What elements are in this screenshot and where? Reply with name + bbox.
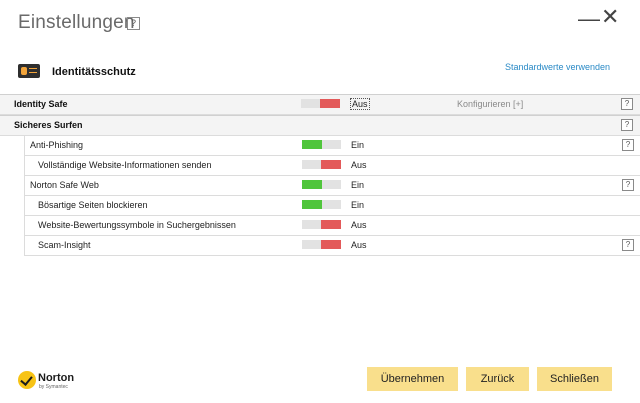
row-label: Sicheres Surfen <box>14 120 83 130</box>
safe-web-status: Ein <box>351 180 365 190</box>
identity-safe-toggle[interactable] <box>301 99 340 108</box>
row-identity-safe: Identity Safe Aus Konfigurieren [+] ? <box>0 94 640 115</box>
block-pages-toggle[interactable] <box>302 200 341 209</box>
window-title: Einstellungen <box>18 12 135 33</box>
row-scam-insight: Scam-Insight Aus ? <box>25 236 640 256</box>
id-card-icon <box>18 64 40 78</box>
title-help-icon[interactable]: ? <box>127 17 140 30</box>
identity-safe-status: Aus <box>350 98 370 110</box>
rating-icons-toggle[interactable] <box>302 220 341 229</box>
row-label: Norton Safe Web <box>30 180 99 190</box>
norton-logo-sub: by Symantec <box>39 384 68 390</box>
help-icon[interactable]: ? <box>621 119 633 131</box>
website-info-status: Aus <box>351 160 367 170</box>
row-sicheres-surfen: Sicheres Surfen ? <box>0 115 640 136</box>
help-icon[interactable]: ? <box>621 98 633 110</box>
help-icon[interactable]: ? <box>622 179 634 191</box>
help-icon[interactable]: ? <box>622 139 634 151</box>
row-website-info: Vollständige Website-Informationen sende… <box>25 156 640 176</box>
sicheres-surfen-subrows: Anti-Phishing Ein ? Vollständige Website… <box>24 136 640 256</box>
section-title: Identitätsschutz <box>52 66 136 78</box>
back-button[interactable]: Zurück <box>466 367 529 391</box>
row-label: Anti-Phishing <box>30 140 84 150</box>
safe-web-toggle[interactable] <box>302 180 341 189</box>
row-label: Vollständige Website-Informationen sende… <box>38 160 212 170</box>
row-safe-web: Norton Safe Web Ein ? <box>25 176 640 196</box>
row-label: Identity Safe <box>14 99 68 109</box>
help-icon[interactable]: ? <box>622 239 634 251</box>
row-label: Website-Bewertungssymbole in Suchergebni… <box>38 220 236 230</box>
apply-button[interactable]: Übernehmen <box>367 367 458 391</box>
scam-insight-status: Aus <box>351 240 367 250</box>
row-label: Bösartige Seiten blockieren <box>38 200 148 210</box>
website-info-toggle[interactable] <box>302 160 341 169</box>
settings-table: Identity Safe Aus Konfigurieren [+] ? Si… <box>0 94 640 256</box>
row-rating-icons: Website-Bewertungssymbole in Suchergebni… <box>25 216 640 236</box>
use-defaults-link[interactable]: Standardwerte verwenden <box>505 62 610 72</box>
block-pages-status: Ein <box>351 200 365 210</box>
anti-phishing-status: Ein <box>351 140 365 150</box>
norton-check-icon <box>18 371 36 389</box>
close-icon[interactable]: ✕ <box>601 4 619 30</box>
row-block-pages: Bösartige Seiten blockieren Ein <box>25 196 640 216</box>
row-anti-phishing: Anti-Phishing Ein ? <box>25 136 640 156</box>
anti-phishing-toggle[interactable] <box>302 140 341 149</box>
close-button[interactable]: Schließen <box>537 367 612 391</box>
scam-insight-toggle[interactable] <box>302 240 341 249</box>
configure-link[interactable]: Konfigurieren [+] <box>457 99 523 109</box>
norton-logo-text: Norton <box>38 372 75 384</box>
minimize-icon[interactable]: — <box>578 6 600 32</box>
rating-icons-status: Aus <box>351 220 367 230</box>
row-label: Scam-Insight <box>38 240 91 250</box>
title-bar: Einstellungen ? — ✕ <box>0 0 640 44</box>
